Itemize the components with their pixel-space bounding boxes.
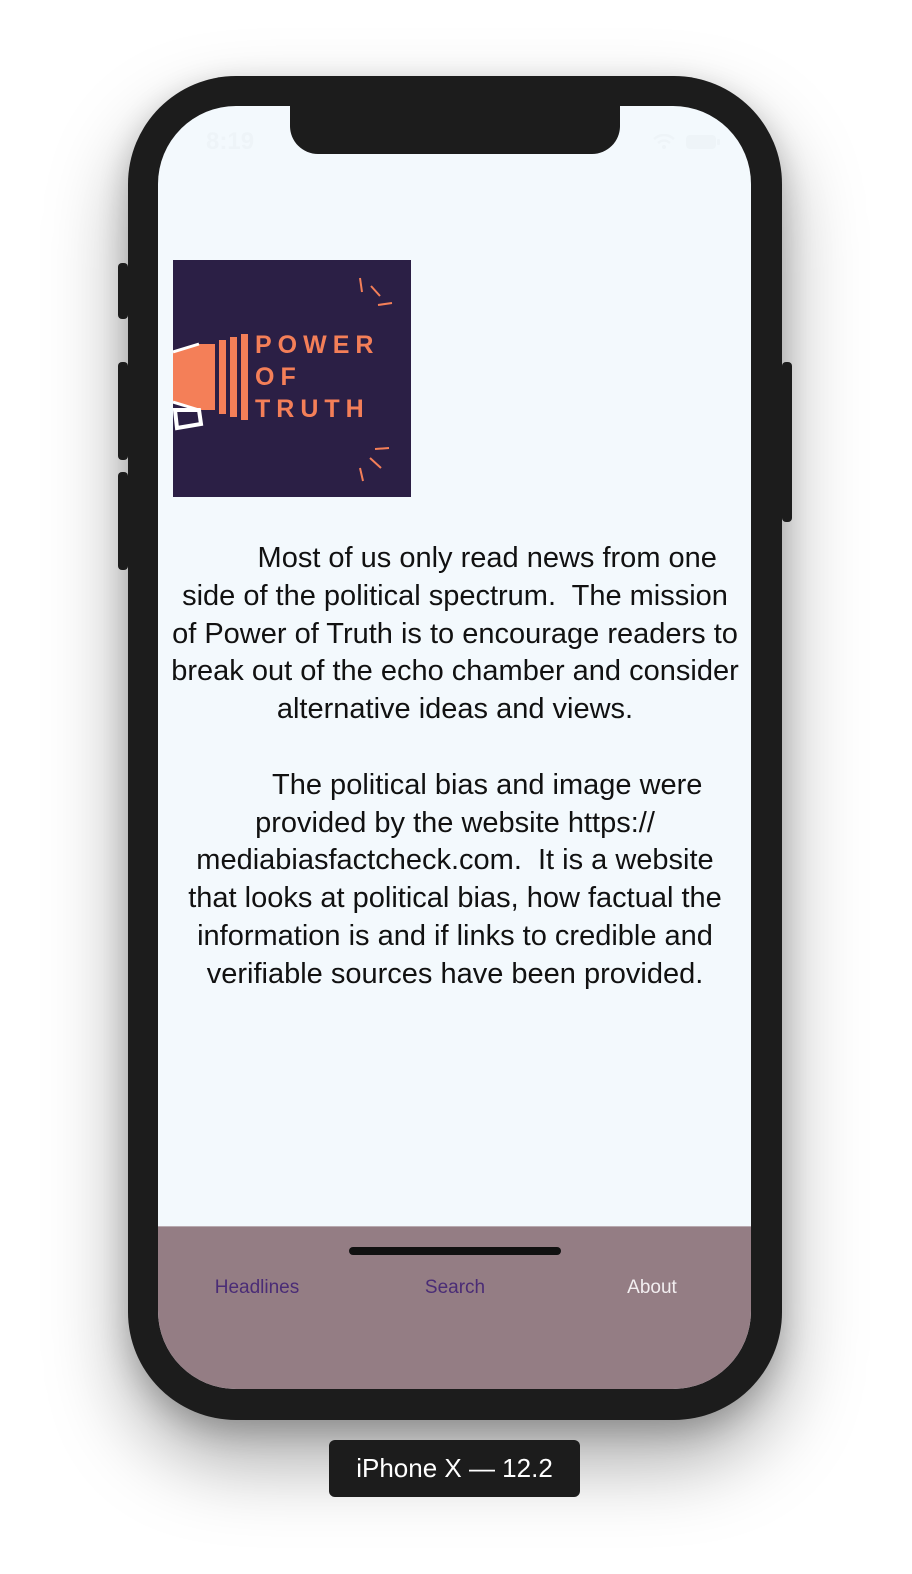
tab-about[interactable]: About: [553, 1277, 751, 1299]
power-button: [782, 362, 792, 522]
tab-headlines[interactable]: Headlines: [158, 1277, 356, 1299]
device-label: iPhone X — 12.2: [329, 1440, 580, 1497]
volume-down-button: [118, 472, 128, 570]
logo-line-truth: TRUTH: [255, 395, 370, 423]
tab-search[interactable]: Search: [356, 1277, 554, 1299]
status-time: 8:19: [206, 128, 255, 155]
status-icons: [653, 134, 721, 150]
battery-icon: [686, 135, 720, 149]
home-indicator[interactable]: [349, 1247, 561, 1255]
app-screen: 8:19 POWER OF TRUTH Most of us only read…: [158, 106, 751, 1389]
mute-switch: [118, 263, 128, 319]
logo-line-of: OF: [255, 363, 302, 391]
device-frame: 8:19 POWER OF TRUTH Most of us only read…: [118, 76, 792, 1420]
volume-up-button: [118, 362, 128, 460]
notch: [290, 106, 620, 154]
power-of-truth-logo: POWER OF TRUTH: [173, 260, 411, 497]
wifi-icon: [653, 134, 675, 149]
about-description: Most of us only read news from one side …: [171, 542, 739, 990]
logo-line-power: POWER: [255, 331, 379, 359]
